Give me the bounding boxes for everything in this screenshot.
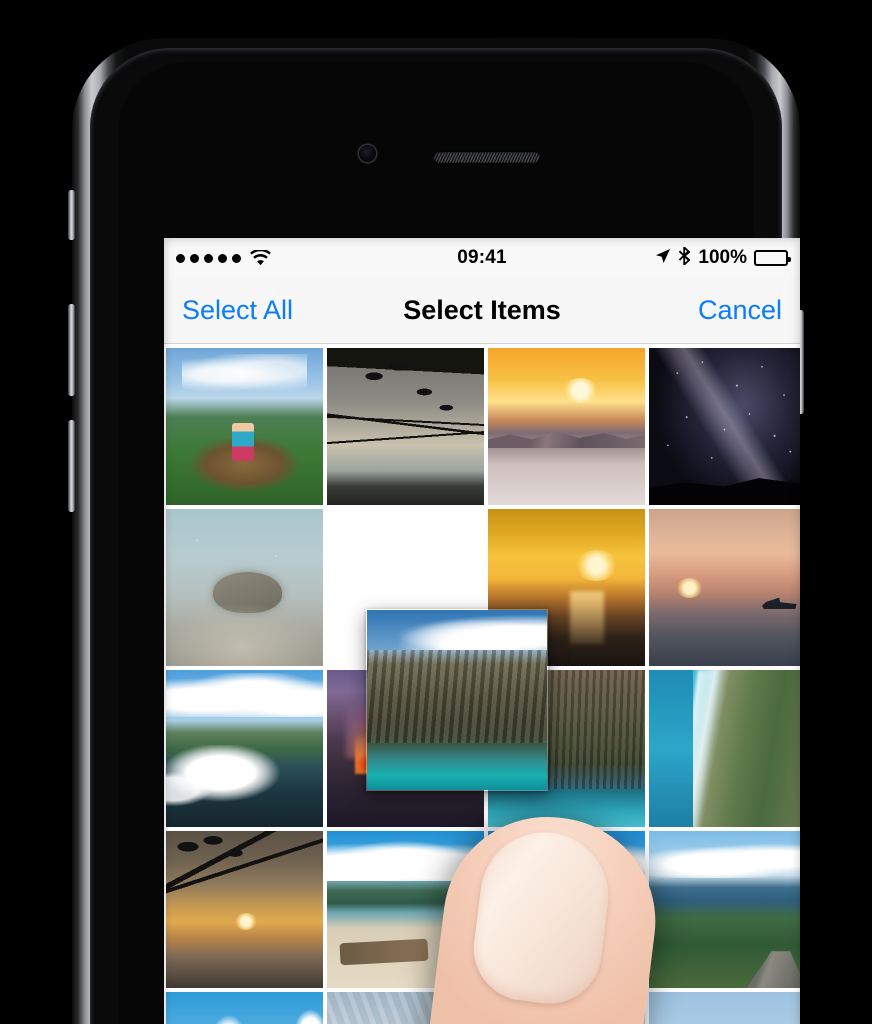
photo-coastal-road[interactable] (649, 831, 800, 988)
photo-palm-sunset[interactable] (166, 831, 323, 988)
photo-blue-sky-image (166, 992, 323, 1024)
photo-sunset-mountain-image (488, 348, 645, 505)
status-bar: 09:41 100% (164, 238, 800, 278)
photo-crashing-waves-image (166, 670, 323, 827)
photo-palm-silhouette-image (327, 348, 484, 505)
photo-hiking-trail[interactable] (166, 348, 323, 505)
photo-pale-blue-image (649, 992, 800, 1024)
battery-percent-label: 100% (698, 247, 747, 268)
photo-milky-way[interactable] (649, 348, 800, 505)
front-camera-icon (359, 145, 376, 162)
photo-coastal-road-image (649, 831, 800, 988)
photo-palm-sunset-image (166, 831, 323, 988)
earpiece-speaker-icon (434, 152, 540, 163)
photo-milky-way-image (649, 348, 800, 505)
battery-full-icon (754, 250, 791, 266)
photo-aerial-coast-image (649, 670, 800, 827)
photo-catamaran[interactable] (649, 509, 800, 666)
lifted-photo-image (367, 610, 547, 790)
lifted-photo-cliff-coast[interactable] (366, 609, 548, 791)
photo-crashing-waves[interactable] (166, 670, 323, 827)
photo-catamaran-image (649, 509, 800, 666)
photo-sea-turtle-image (166, 509, 323, 666)
mute-switch-button[interactable] (68, 190, 75, 240)
status-bar-right: 100% (655, 246, 791, 270)
location-arrow-icon (655, 248, 671, 269)
photo-sea-turtle[interactable] (166, 509, 323, 666)
device-inner-frame: 09:41 100% Select All Select Items Cance… (90, 48, 800, 1024)
photo-palm-silhouette[interactable] (327, 348, 484, 505)
phone-screen: 09:41 100% Select All Select Items Cance… (164, 238, 800, 1024)
photo-hiking-trail-image (166, 348, 323, 505)
screenshot-stage: 09:41 100% Select All Select Items Cance… (0, 0, 872, 1024)
bluetooth-icon (678, 246, 691, 270)
photo-pale-blue[interactable] (649, 992, 800, 1024)
volume-up-button[interactable] (68, 304, 75, 396)
volume-down-button[interactable] (68, 420, 75, 512)
fingernail (467, 825, 616, 1010)
cancel-button[interactable]: Cancel (682, 295, 798, 326)
device-bezel: 09:41 100% Select All Select Items Cance… (118, 62, 800, 1024)
navigation-bar: Select All Select Items Cancel (164, 278, 800, 344)
iphone-device: 09:41 100% Select All Select Items Cance… (68, 38, 804, 1024)
photo-aerial-coast[interactable] (649, 670, 800, 827)
select-all-button[interactable]: Select All (166, 295, 309, 326)
photo-blue-sky[interactable] (166, 992, 323, 1024)
photo-sunset-mountain[interactable] (488, 348, 645, 505)
